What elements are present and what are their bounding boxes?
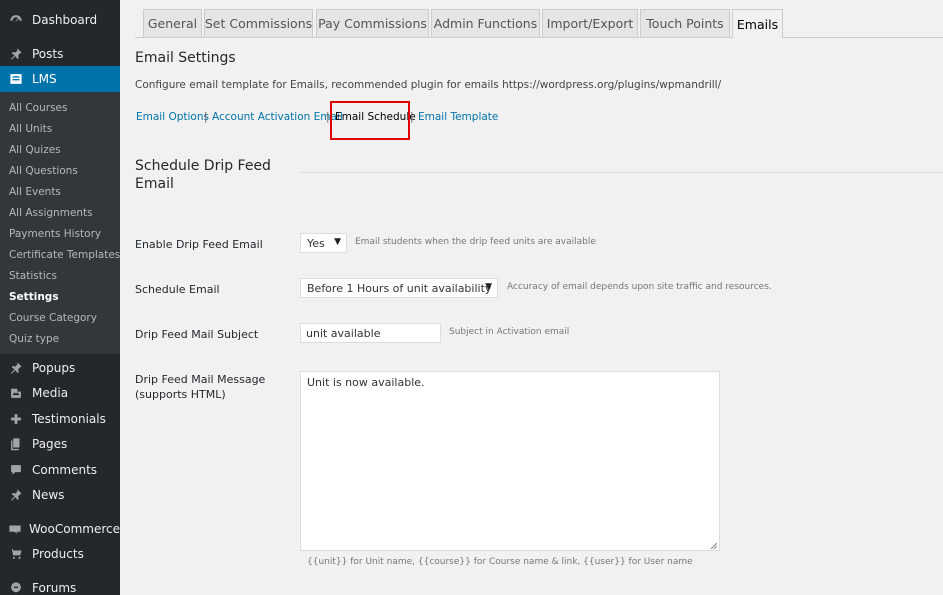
media-icon bbox=[6, 383, 26, 403]
dashboard-icon bbox=[6, 10, 26, 30]
schedule-help: Accuracy of email depends upon site traf… bbox=[507, 282, 772, 292]
drip-enable-select[interactable]: Yes ▼ bbox=[300, 233, 347, 253]
pin-icon bbox=[6, 358, 26, 378]
highlight-box bbox=[330, 101, 410, 140]
subnav-separator: | bbox=[410, 111, 414, 123]
resize-grip-icon[interactable] bbox=[710, 542, 717, 549]
submenu-payments-history[interactable]: Payments History bbox=[9, 228, 101, 240]
section-title: Schedule Drip Feed Email bbox=[135, 158, 271, 192]
submenu-quiz-type[interactable]: Quiz type bbox=[9, 333, 59, 345]
menu-posts[interactable]: Posts bbox=[0, 41, 120, 67]
tab-pay-commissions[interactable]: Pay Commissions bbox=[316, 9, 429, 37]
dropdown-arrow-icon: ▼ bbox=[334, 237, 341, 247]
message-label: Drip Feed Mail Message (supports HTML) bbox=[135, 372, 265, 402]
submenu-statistics[interactable]: Statistics bbox=[9, 270, 57, 282]
lms-icon bbox=[6, 69, 26, 89]
tab-general[interactable]: General bbox=[143, 9, 202, 37]
tab-emails[interactable]: Emails bbox=[732, 9, 783, 38]
submenu-certificate-templates[interactable]: Certificate Templates bbox=[9, 249, 120, 261]
submenu-all-units[interactable]: All Units bbox=[9, 123, 52, 135]
plus-icon bbox=[6, 409, 26, 429]
subnav-account-activation-email[interactable]: Account Activation Email bbox=[212, 111, 343, 123]
message-textarea[interactable]: Unit is now available. bbox=[300, 371, 720, 551]
schedule-select[interactable]: Before 1 Hours of unit availability ▼ bbox=[300, 278, 498, 298]
page-description: Configure email template for Emails, rec… bbox=[135, 79, 722, 91]
menu-woocommerce[interactable]: WooCommerce bbox=[0, 516, 120, 542]
tab-set-commissions[interactable]: Set Commissions bbox=[204, 9, 313, 37]
menu-comments[interactable]: Comments bbox=[0, 457, 120, 483]
subnav-email-options[interactable]: Email Options bbox=[136, 111, 209, 123]
submenu-all-quizes[interactable]: All Quizes bbox=[9, 144, 61, 156]
cart-icon bbox=[6, 544, 26, 564]
menu-forums-label: Forums bbox=[32, 581, 77, 595]
schedule-value: Before 1 Hours of unit availability bbox=[307, 281, 492, 295]
menu-dashboard-label: Dashboard bbox=[32, 13, 98, 27]
submenu-all-questions[interactable]: All Questions bbox=[9, 165, 78, 177]
section-divider bbox=[300, 172, 943, 173]
menu-news[interactable]: News bbox=[0, 482, 120, 508]
subnav-separator: | bbox=[326, 111, 330, 123]
dropdown-arrow-icon: ▼ bbox=[485, 282, 492, 292]
menu-popups-label: Popups bbox=[32, 361, 76, 375]
submenu-all-courses[interactable]: All Courses bbox=[9, 102, 67, 114]
drip-enable-help: Email students when the drip feed units … bbox=[355, 237, 596, 247]
pin-icon bbox=[6, 485, 26, 505]
pages-icon bbox=[6, 434, 26, 454]
schedule-label: Schedule Email bbox=[135, 283, 220, 296]
menu-woocommerce-label: WooCommerce bbox=[29, 522, 120, 536]
subnav-email-template[interactable]: Email Template bbox=[418, 111, 498, 123]
comment-icon bbox=[6, 460, 26, 480]
message-label-line2: (supports HTML) bbox=[135, 388, 226, 401]
forums-icon bbox=[6, 578, 26, 595]
menu-products[interactable]: Products bbox=[0, 541, 120, 567]
page-title: Email Settings bbox=[135, 50, 236, 66]
menu-news-label: News bbox=[32, 488, 65, 502]
submenu-settings[interactable]: Settings bbox=[9, 291, 59, 303]
menu-forums[interactable]: Forums bbox=[0, 575, 120, 595]
drip-enable-label: Enable Drip Feed Email bbox=[135, 238, 263, 251]
menu-media[interactable]: Media bbox=[0, 380, 120, 406]
subject-input[interactable] bbox=[300, 323, 441, 343]
menu-testimonials[interactable]: Testimonials bbox=[0, 406, 120, 432]
submenu-course-category[interactable]: Course Category bbox=[9, 312, 97, 324]
subject-help: Subject in Activation email bbox=[449, 327, 570, 337]
menu-comments-label: Comments bbox=[32, 463, 98, 477]
menu-lms-label: LMS bbox=[32, 72, 57, 86]
submenu-all-assignments[interactable]: All Assignments bbox=[9, 207, 93, 219]
subject-label: Drip Feed Mail Subject bbox=[135, 328, 259, 341]
menu-popups[interactable]: Popups bbox=[0, 355, 120, 381]
drip-enable-value: Yes bbox=[307, 236, 325, 250]
menu-testimonials-label: Testimonials bbox=[32, 412, 106, 426]
menu-products-label: Products bbox=[32, 547, 84, 561]
woocommerce-icon bbox=[6, 519, 23, 539]
tab-import-export[interactable]: Import/Export bbox=[542, 9, 638, 37]
menu-pages-label: Pages bbox=[32, 437, 68, 451]
admin-sidebar: Dashboard Posts LMS All Courses All Unit… bbox=[0, 0, 120, 595]
menu-posts-label: Posts bbox=[32, 47, 64, 61]
tabs-divider bbox=[135, 37, 943, 38]
message-label-line1: Drip Feed Mail Message bbox=[135, 373, 266, 386]
tab-touch-points[interactable]: Touch Points bbox=[640, 9, 730, 37]
menu-media-label: Media bbox=[32, 386, 69, 400]
subnav-separator: | bbox=[204, 111, 208, 123]
pin-icon bbox=[6, 44, 26, 64]
menu-dashboard[interactable]: Dashboard bbox=[0, 7, 120, 33]
tab-admin-functions[interactable]: Admin Functions bbox=[431, 9, 540, 37]
lms-submenu: All Courses All Units All Quizes All Que… bbox=[0, 92, 120, 354]
submenu-all-events[interactable]: All Events bbox=[9, 186, 61, 198]
menu-pages[interactable]: Pages bbox=[0, 431, 120, 457]
menu-lms[interactable]: LMS bbox=[0, 66, 120, 92]
message-help: {{unit}} for Unit name, {{course}} for C… bbox=[307, 557, 693, 567]
